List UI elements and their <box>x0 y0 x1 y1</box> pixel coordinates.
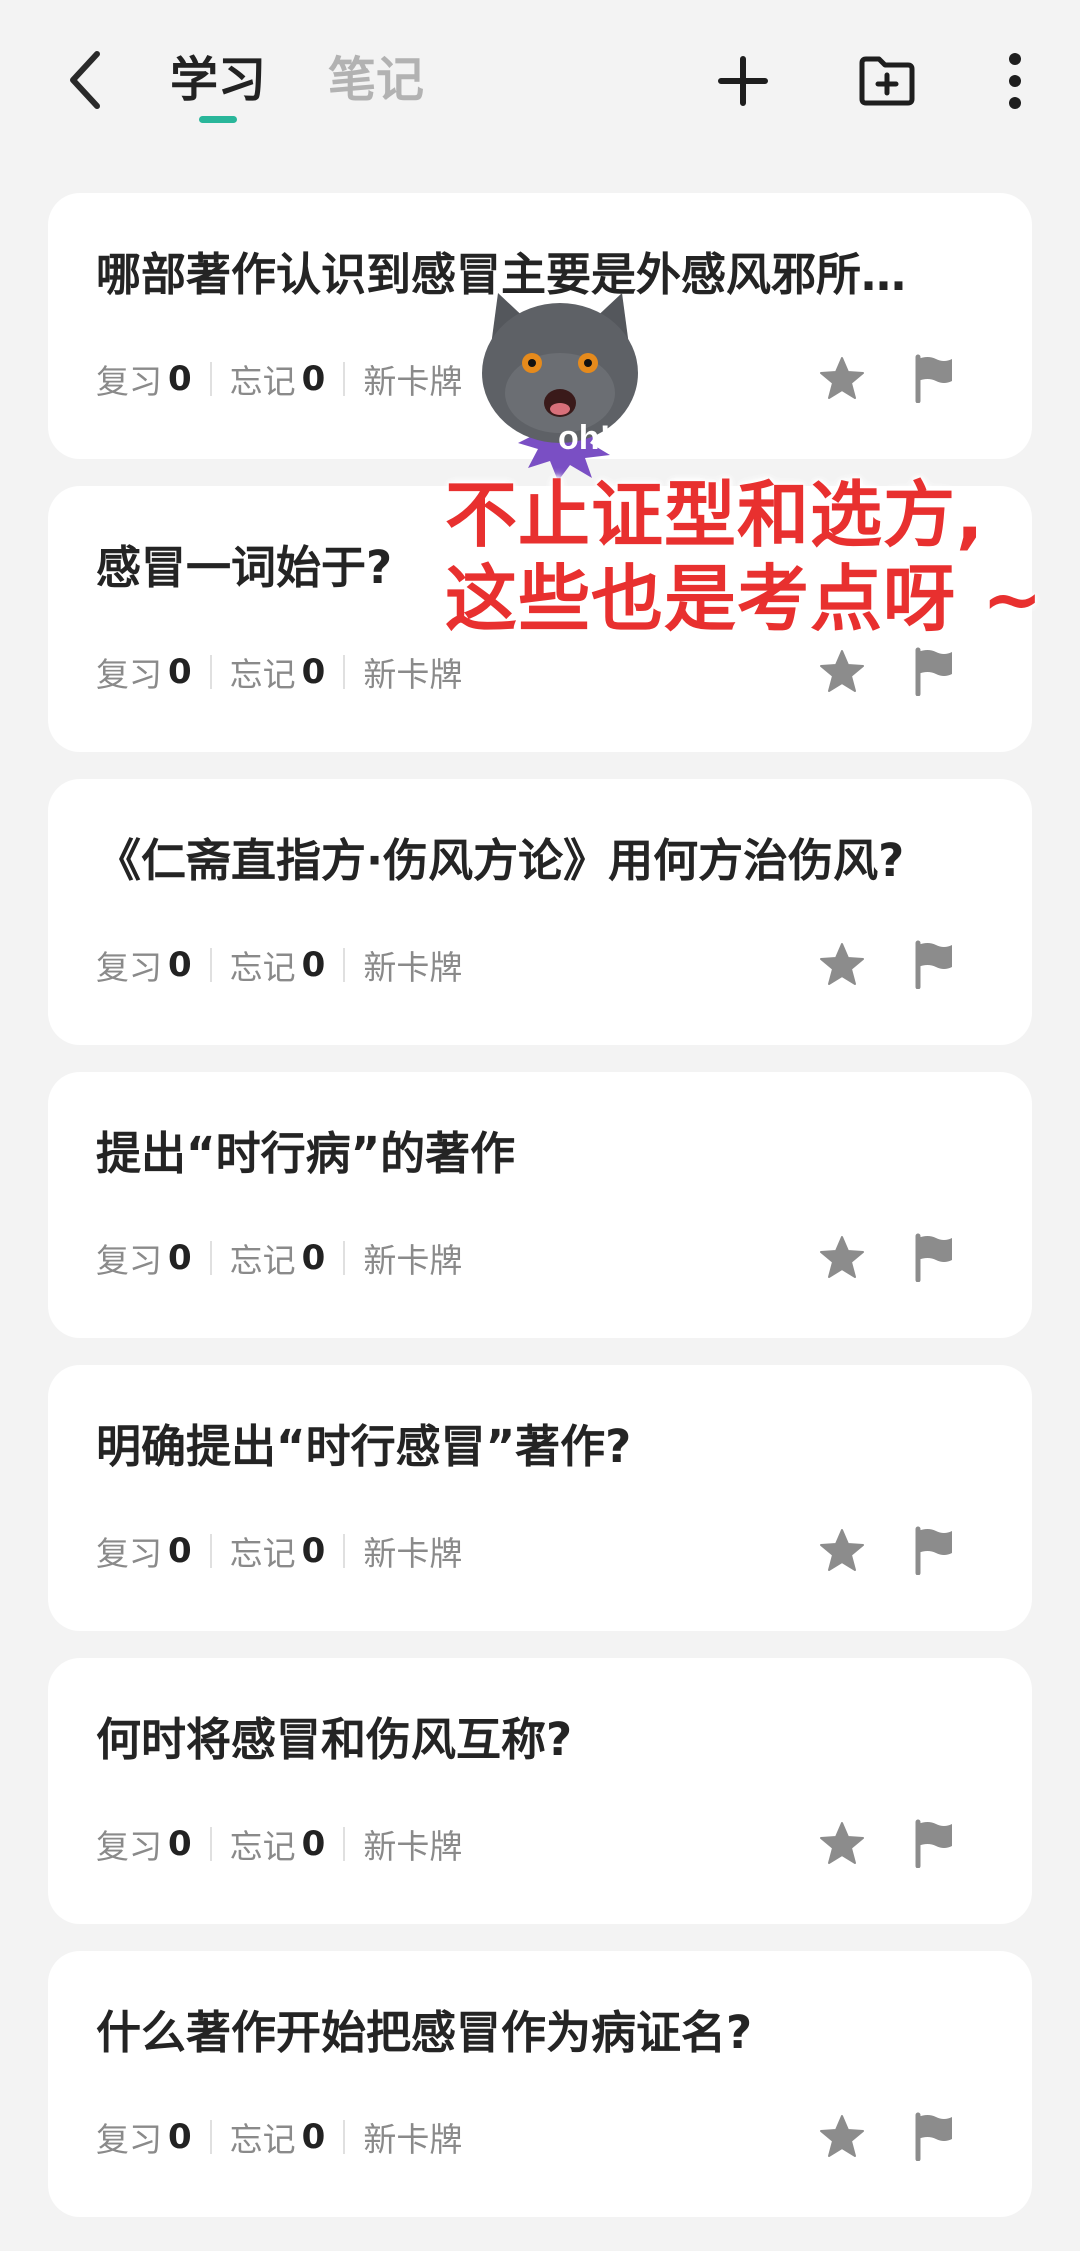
forget-count: 0 <box>301 945 326 985</box>
tab-notes[interactable]: 笔记 <box>328 50 424 110</box>
forget-count: 0 <box>301 652 326 692</box>
more-button[interactable] <box>980 46 1050 116</box>
divider <box>343 948 346 982</box>
card-stats: 复习 0 忘记 0 新卡牌 <box>96 1822 462 1866</box>
new-card-badge: 新卡牌 <box>363 2120 463 2159</box>
review-count: 0 <box>168 1531 192 1571</box>
flag-icon[interactable] <box>910 1525 958 1575</box>
divider <box>343 1827 346 1861</box>
flashcard-item[interactable]: 哪部著作认识到感冒主要是外感风邪所… 复习 0 忘记 0 新卡牌 <box>48 193 1032 459</box>
divider <box>343 1534 346 1568</box>
forget-count: 0 <box>301 2117 326 2157</box>
forget-count: 0 <box>301 1238 326 1278</box>
card-question: 何时将感冒和伤风互称? <box>96 1713 573 1766</box>
folder-add-icon <box>859 56 915 106</box>
star-icon[interactable] <box>818 941 866 989</box>
flashcard-item[interactable]: 《仁斋直指方·伤风方论》用何方治伤风? 复习 0 忘记 0 新卡牌 <box>48 779 1032 1045</box>
card-question: 哪部著作认识到感冒主要是外感风邪所… <box>96 248 907 301</box>
new-card-badge: 新卡牌 <box>363 1827 463 1866</box>
new-card-badge: 新卡牌 <box>363 1241 463 1280</box>
card-stats: 复习 0 忘记 0 新卡牌 <box>96 357 462 401</box>
forget-count: 0 <box>301 359 326 399</box>
divider <box>343 362 346 396</box>
card-stats: 复习 0 忘记 0 新卡牌 <box>96 650 462 694</box>
card-stats: 复习 0 忘记 0 新卡牌 <box>96 2115 462 2159</box>
star-icon[interactable] <box>818 648 866 696</box>
flag-icon[interactable] <box>910 1818 958 1868</box>
card-stats: 复习 0 忘记 0 新卡牌 <box>96 1236 462 1280</box>
new-card-badge: 新卡牌 <box>363 1534 463 1573</box>
active-tab-indicator <box>199 116 237 123</box>
star-icon[interactable] <box>818 1527 866 1575</box>
card-stats: 复习 0 忘记 0 新卡牌 <box>96 943 462 987</box>
divider <box>209 2120 212 2154</box>
flashcard-item[interactable]: 什么著作开始把感冒作为病证名? 复习 0 忘记 0 新卡牌 <box>48 1951 1032 2217</box>
forget-label: 忘记 <box>229 1534 296 1573</box>
card-list: 哪部著作认识到感冒主要是外感风邪所… 复习 0 忘记 0 新卡牌 感冒一词始于?… <box>48 193 1032 2244</box>
review-label: 复习 <box>96 1534 162 1573</box>
card-stats: 复习 0 忘记 0 新卡牌 <box>96 1529 462 1573</box>
star-icon[interactable] <box>818 2113 866 2161</box>
new-card-badge: 新卡牌 <box>363 362 463 401</box>
add-button[interactable] <box>708 46 778 116</box>
star-icon[interactable] <box>818 1820 866 1868</box>
review-count: 0 <box>168 945 192 985</box>
divider <box>209 1827 212 1861</box>
divider <box>209 1241 212 1275</box>
forget-label: 忘记 <box>229 2120 296 2159</box>
back-button[interactable] <box>55 40 115 120</box>
card-question: 《仁斋直指方·伤风方论》用何方治伤风? <box>96 834 905 887</box>
review-count: 0 <box>168 1238 192 1278</box>
forget-label: 忘记 <box>229 362 296 401</box>
review-count: 0 <box>168 1824 192 1864</box>
top-bar: 学习 笔记 <box>0 0 1080 160</box>
star-icon[interactable] <box>818 355 866 403</box>
divider <box>343 655 346 689</box>
card-question: 什么著作开始把感冒作为病证名? <box>96 2006 753 2059</box>
review-label: 复习 <box>96 948 162 987</box>
card-question: 感冒一词始于? <box>96 541 393 594</box>
review-count: 0 <box>168 2117 192 2157</box>
divider <box>343 1241 346 1275</box>
divider <box>209 362 212 396</box>
flashcard-item[interactable]: 明确提出“时行感冒”著作? 复习 0 忘记 0 新卡牌 <box>48 1365 1032 1631</box>
flashcard-item[interactable]: 提出“时行病”的著作 复习 0 忘记 0 新卡牌 <box>48 1072 1032 1338</box>
new-card-badge: 新卡牌 <box>363 655 463 694</box>
review-label: 复习 <box>96 655 162 694</box>
forget-count: 0 <box>301 1824 326 1864</box>
forget-label: 忘记 <box>229 948 296 987</box>
divider <box>343 2120 346 2154</box>
tab-study[interactable]: 学习 <box>170 50 266 110</box>
forget-count: 0 <box>301 1531 326 1571</box>
review-label: 复习 <box>96 1827 162 1866</box>
new-card-badge: 新卡牌 <box>363 948 463 987</box>
flag-icon[interactable] <box>910 1232 958 1282</box>
add-folder-button[interactable] <box>852 46 922 116</box>
divider <box>209 1534 212 1568</box>
forget-label: 忘记 <box>229 1241 296 1280</box>
card-question: 明确提出“时行感冒”著作? <box>96 1420 632 1473</box>
flag-icon[interactable] <box>910 939 958 989</box>
page: 学习 笔记 哪部著作认识到感冒主要是外感风邪所… 复习 0 忘记 0 新卡牌 感… <box>0 0 1080 2251</box>
review-count: 0 <box>168 359 192 399</box>
flag-icon[interactable] <box>910 2111 958 2161</box>
review-label: 复习 <box>96 1241 162 1280</box>
flashcard-item[interactable]: 感冒一词始于? 复习 0 忘记 0 新卡牌 <box>48 486 1032 752</box>
chevron-left-icon <box>70 51 100 109</box>
forget-label: 忘记 <box>229 1827 296 1866</box>
flag-icon[interactable] <box>910 646 958 696</box>
forget-label: 忘记 <box>229 655 296 694</box>
flag-icon[interactable] <box>910 353 958 403</box>
plus-icon <box>718 56 768 106</box>
card-question: 提出“时行病”的著作 <box>96 1127 516 1180</box>
flashcard-item[interactable]: 何时将感冒和伤风互称? 复习 0 忘记 0 新卡牌 <box>48 1658 1032 1924</box>
review-label: 复习 <box>96 362 162 401</box>
divider <box>209 948 212 982</box>
divider <box>209 655 212 689</box>
review-count: 0 <box>168 652 192 692</box>
more-vertical-icon <box>1009 53 1021 109</box>
star-icon[interactable] <box>818 1234 866 1282</box>
review-label: 复习 <box>96 2120 162 2159</box>
